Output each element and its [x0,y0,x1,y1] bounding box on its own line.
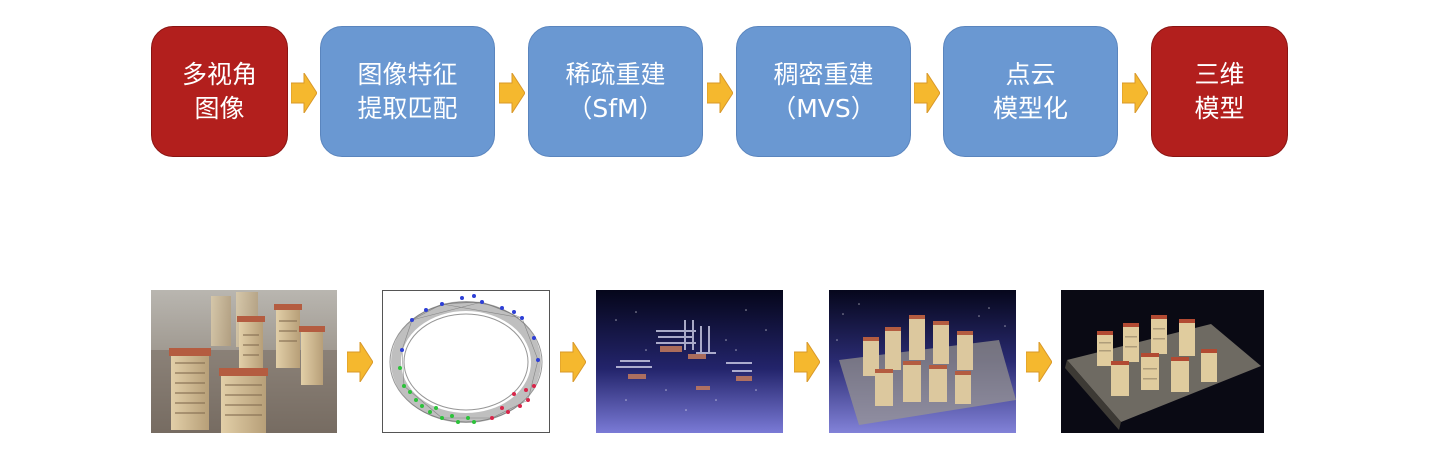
step-line1: 多视角 [181,59,257,89]
step-dense-reconstruction: 稠密重建 （MVS） [736,26,911,157]
arrow-right-icon [347,342,373,382]
step-line1: 图像特征 [357,59,458,89]
arrow-right-icon [499,73,525,113]
step-line2: 提取匹配 [357,93,458,123]
step-sparse-reconstruction: 稀疏重建 （SfM） [528,26,703,157]
arrow-right-icon [794,342,820,382]
arrow-right-icon [291,73,317,113]
step-line2: 图像 [194,93,245,123]
dense-point-cloud-image [829,290,1016,433]
arrow-right-icon [1026,342,1052,382]
step-line2: （SfM） [567,93,664,123]
arrow-right-icon [560,342,586,382]
step-line1: 稀疏重建 [565,59,666,89]
step-line1: 三维 [1194,59,1245,89]
step-multiview-images: 多视角 图像 [151,26,288,157]
step-3d-model: 三维 模型 [1151,26,1288,157]
step-line1: 点云 [1005,59,1056,89]
aerial-photo-image [151,290,337,433]
textured-3d-model-image [1061,290,1264,433]
step-line2: （MVS） [771,93,876,123]
arrow-right-icon [914,73,940,113]
arrow-right-icon [1122,73,1148,113]
feature-graph-image [382,290,550,433]
step-feature-matching: 图像特征 提取匹配 [320,26,495,157]
step-line2: 模型化 [992,93,1068,123]
arrow-right-icon [707,73,733,113]
sparse-point-cloud-image [596,290,783,433]
step-line1: 稠密重建 [773,59,874,89]
step-line2: 模型 [1194,93,1245,123]
step-point-cloud-modeling: 点云 模型化 [943,26,1118,157]
